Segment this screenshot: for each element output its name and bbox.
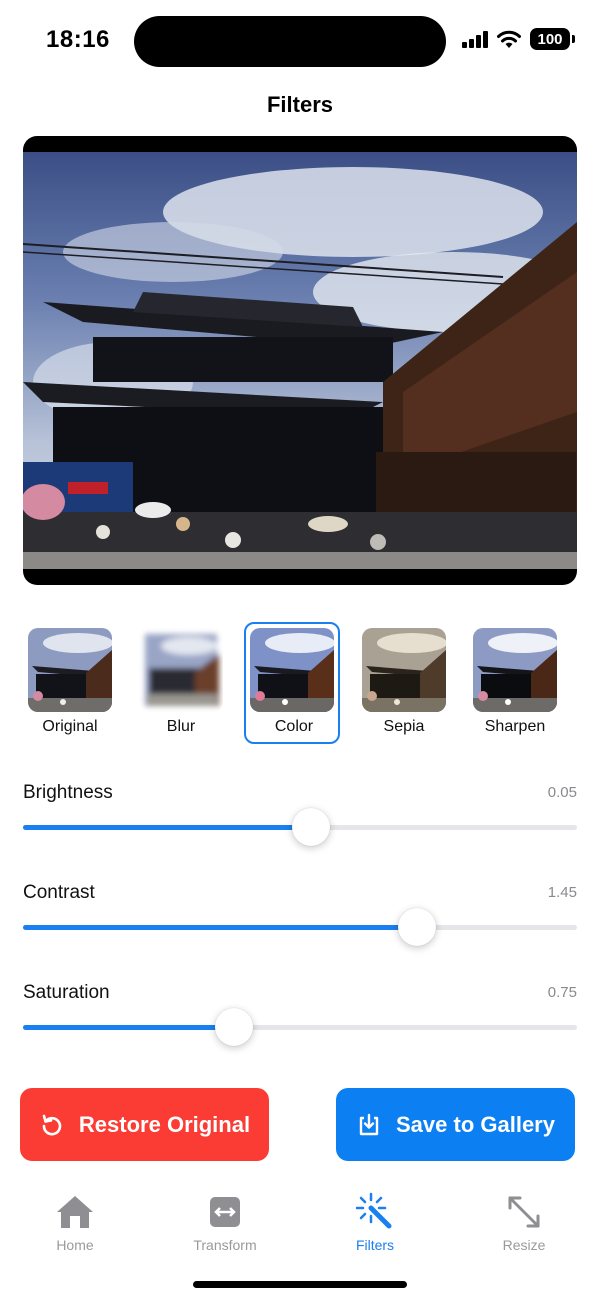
- home-indicator: [193, 1281, 407, 1288]
- filter-label: Original: [42, 718, 98, 735]
- battery-icon: 100: [530, 28, 575, 50]
- filter-blur[interactable]: Blur: [133, 622, 229, 744]
- slider-value: 0.75: [547, 984, 577, 1001]
- brightness-slider-group: Brightness 0.05: [23, 782, 577, 862]
- tab-home[interactable]: Home: [15, 1192, 135, 1253]
- download-icon: [359, 1113, 379, 1135]
- slider-value: 0.05: [547, 784, 577, 801]
- tab-transform[interactable]: Transform: [165, 1192, 285, 1253]
- slider-label: Saturation: [23, 982, 110, 1003]
- status-time: 18:16: [46, 26, 110, 53]
- filter-sepia[interactable]: Sepia: [356, 622, 452, 744]
- restore-icon: [42, 1114, 62, 1135]
- slider-fill: [23, 925, 417, 930]
- slider-thumb[interactable]: [292, 808, 331, 846]
- brightness-slider[interactable]: [23, 808, 577, 846]
- filter-label: Sharpen: [484, 718, 546, 735]
- battery-level: 100: [537, 30, 563, 48]
- filter-thumb-color: [250, 628, 334, 712]
- tab-bar: Home Transform Filters Resize: [0, 1180, 600, 1260]
- filter-label: Sepia: [383, 718, 425, 735]
- filter-thumb-sharpen: [473, 628, 557, 712]
- status-bar: 18:16 100: [0, 0, 600, 84]
- saturation-slider[interactable]: [23, 1008, 577, 1046]
- tab-label: Resize: [502, 1237, 546, 1253]
- tab-label: Home: [56, 1237, 94, 1253]
- magic-wand-icon: [355, 1192, 392, 1229]
- resize-arrows-icon: [210, 1197, 240, 1227]
- filter-color[interactable]: Color: [244, 622, 340, 744]
- filter-original[interactable]: Original: [22, 622, 118, 744]
- restore-label: Restore Original: [78, 1111, 251, 1137]
- photo-preview: [23, 136, 577, 585]
- dynamic-island: [134, 16, 446, 67]
- filter-label: Color: [274, 718, 314, 735]
- house-icon: [57, 1196, 93, 1228]
- filter-label: Blur: [166, 718, 196, 735]
- slider-label: Contrast: [23, 882, 95, 903]
- cellular-signal-icon: [462, 30, 488, 48]
- tab-resize[interactable]: Resize: [464, 1192, 584, 1253]
- contrast-slider[interactable]: [23, 908, 577, 946]
- expand-arrows-icon: [508, 1196, 540, 1228]
- temple-gate-photo: [23, 152, 577, 569]
- slider-fill: [23, 825, 312, 830]
- saturation-slider-group: Saturation 0.75: [23, 982, 577, 1062]
- tab-label: Transform: [193, 1237, 257, 1253]
- save-label: Save to Gallery: [396, 1111, 555, 1137]
- contrast-slider-group: Contrast 1.45: [23, 882, 577, 962]
- wifi-icon: [497, 30, 521, 48]
- filter-thumb-original: [28, 628, 112, 712]
- filter-thumb-sepia: [362, 628, 446, 712]
- page-title: Filters: [266, 92, 334, 117]
- status-icons: 100: [462, 28, 575, 50]
- restore-original-button[interactable]: Restore Original: [20, 1088, 269, 1161]
- filter-thumb-blur: [139, 628, 223, 712]
- slider-value: 1.45: [547, 884, 577, 901]
- slider-thumb[interactable]: [397, 908, 436, 946]
- filter-sharpen[interactable]: Sharpen: [467, 622, 563, 744]
- filter-strip: Original Blur Color Sepia Sharpen: [0, 622, 600, 746]
- slider-thumb[interactable]: [215, 1008, 254, 1046]
- tab-filters[interactable]: Filters: [315, 1192, 435, 1253]
- slider-label: Brightness: [23, 782, 113, 803]
- save-to-gallery-button[interactable]: Save to Gallery: [336, 1088, 575, 1161]
- tab-label: Filters: [355, 1237, 395, 1253]
- slider-fill: [23, 1025, 235, 1030]
